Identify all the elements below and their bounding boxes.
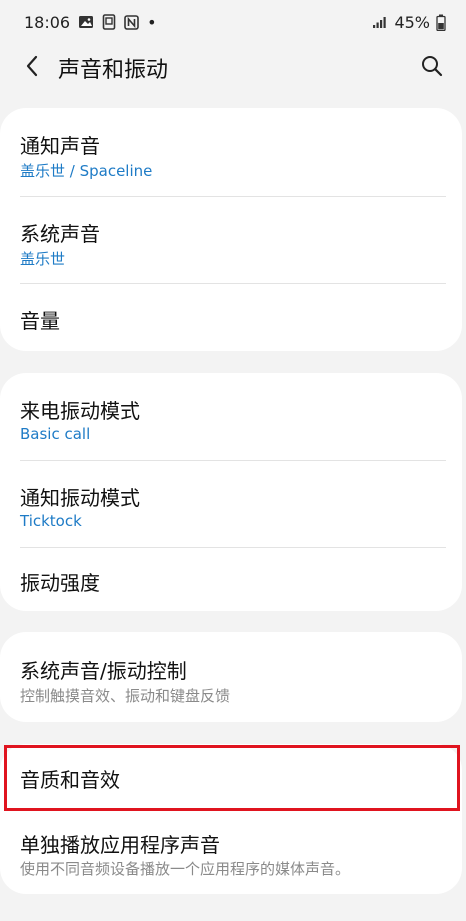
item-subtitle: 控制触摸音效、振动和键盘反馈 (20, 687, 231, 705)
item-subtitle: Basic call (20, 425, 91, 443)
item-title: 音量 (20, 309, 60, 333)
battery-percent: 45% (394, 12, 430, 32)
item-subtitle: 盖乐世 / Spaceline (20, 162, 153, 180)
system-control-card: 系统声音/振动控制 控制触摸音效、振动和键盘反馈 (0, 632, 462, 722)
item-title: 系统声音 (20, 222, 100, 246)
chevron-left-icon (25, 55, 39, 81)
item-subtitle: 使用不同音频设备播放一个应用程序的媒体声音。 (20, 860, 351, 878)
notification-vibration-pattern-item[interactable]: 通知振动模式 Ticktock (0, 461, 462, 547)
nfc-icon (124, 14, 139, 30)
system-sound-vibration-control-item[interactable]: 系统声音/振动控制 控制触摸音效、振动和键盘反馈 (0, 632, 462, 722)
search-button[interactable] (412, 48, 452, 88)
item-subtitle: Ticktock (20, 512, 82, 530)
sound-settings-card: 通知声音 盖乐世 / Spaceline 系统声音 盖乐世 音量 (0, 108, 462, 351)
status-left: 18:06 • (24, 13, 157, 32)
call-vibration-pattern-item[interactable]: 来电振动模式 Basic call (0, 373, 462, 460)
item-title: 单独播放应用程序声音 (20, 833, 220, 857)
status-right: 45% (372, 13, 446, 32)
notification-sound-item[interactable]: 通知声音 盖乐世 / Spaceline (0, 108, 462, 196)
status-bar: 18:06 • 45% (0, 0, 466, 44)
separate-app-sound-item[interactable]: 单独播放应用程序声音 使用不同音频设备播放一个应用程序的媒体声音。 (0, 811, 462, 894)
status-dot: • (147, 12, 157, 32)
sound-quality-effects-item[interactable]: 音质和音效 (0, 744, 462, 811)
item-title: 来电振动模式 (20, 399, 140, 423)
battery-icon (436, 14, 446, 31)
vibration-settings-card: 来电振动模式 Basic call 通知振动模式 Ticktock 振动强度 (0, 373, 462, 611)
gallery-icon (78, 15, 94, 29)
item-title: 音质和音效 (20, 768, 120, 792)
item-title: 系统声音/振动控制 (20, 659, 187, 683)
item-title: 振动强度 (20, 571, 100, 595)
audio-quality-card: 音质和音效 单独播放应用程序声音 使用不同音频设备播放一个应用程序的媒体声音。 (0, 744, 462, 894)
search-icon (421, 55, 443, 81)
back-button[interactable] (12, 48, 52, 88)
signal-icon (372, 15, 388, 29)
vibration-intensity-item[interactable]: 振动强度 (0, 548, 462, 611)
volume-item[interactable]: 音量 (0, 284, 462, 351)
item-title: 通知振动模式 (20, 486, 140, 510)
page-title: 声音和振动 (58, 58, 169, 83)
status-time: 18:06 (24, 12, 71, 32)
screenshot-icon (102, 14, 116, 30)
item-title: 通知声音 (20, 134, 100, 158)
app-header: 声音和振动 (0, 44, 466, 92)
item-subtitle: 盖乐世 (20, 250, 66, 268)
system-sound-item[interactable]: 系统声音 盖乐世 (0, 197, 462, 283)
